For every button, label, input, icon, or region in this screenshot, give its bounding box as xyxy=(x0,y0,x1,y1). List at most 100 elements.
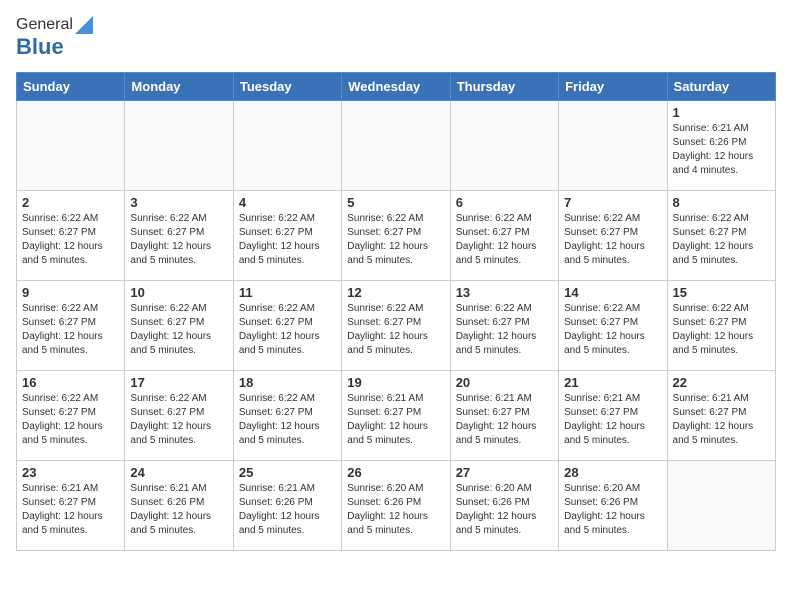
day-info: Sunrise: 6:22 AM Sunset: 6:27 PM Dayligh… xyxy=(22,392,119,448)
day-info: Sunrise: 6:22 AM Sunset: 6:27 PM Dayligh… xyxy=(22,212,119,268)
calendar-cell: 16 Sunrise: 6:22 AM Sunset: 6:27 PM Dayli… xyxy=(17,371,125,461)
calendar-cell: 8 Sunrise: 6:22 AM Sunset: 6:27 PM Daylig… xyxy=(667,191,775,281)
day-info: Sunrise: 6:22 AM Sunset: 6:27 PM Dayligh… xyxy=(22,302,119,358)
calendar-cell: 15 Sunrise: 6:22 AM Sunset: 6:27 PM Dayli… xyxy=(667,281,775,371)
day-info: Sunrise: 6:22 AM Sunset: 6:27 PM Dayligh… xyxy=(130,302,227,358)
calendar-cell: 18 Sunrise: 6:22 AM Sunset: 6:27 PM Dayli… xyxy=(233,371,341,461)
day-number: 11 xyxy=(239,285,336,300)
calendar-cell xyxy=(559,101,667,191)
calendar-cell: 17 Sunrise: 6:22 AM Sunset: 6:27 PM Dayli… xyxy=(125,371,233,461)
day-info: Sunrise: 6:22 AM Sunset: 6:27 PM Dayligh… xyxy=(456,212,553,268)
day-number: 12 xyxy=(347,285,444,300)
logo-general-text: General xyxy=(16,16,73,34)
calendar-cell: 12Sunrise: 6:22 AM Sunset: 6:27 PM Dayli… xyxy=(342,281,450,371)
day-info: Sunrise: 6:22 AM Sunset: 6:27 PM Dayligh… xyxy=(456,302,553,358)
calendar-cell xyxy=(342,101,450,191)
day-info: Sunrise: 6:22 AM Sunset: 6:27 PM Dayligh… xyxy=(239,212,336,268)
calendar-cell: 10 Sunrise: 6:22 AM Sunset: 6:27 PM Dayli… xyxy=(125,281,233,371)
day-number: 14 xyxy=(564,285,661,300)
column-header-sunday: Sunday xyxy=(17,73,125,101)
week-row-2: 2 Sunrise: 6:22 AM Sunset: 6:27 PM Daylig… xyxy=(17,191,776,281)
day-info: Sunrise: 6:22 AM Sunset: 6:27 PM Dayligh… xyxy=(673,212,770,268)
calendar-cell: 21 Sunrise: 6:21 AM Sunset: 6:27 PM Dayli… xyxy=(559,371,667,461)
day-info: Sunrise: 6:21 AM Sunset: 6:27 PM Dayligh… xyxy=(564,392,661,448)
day-number: 5 xyxy=(347,195,444,210)
calendar-header-row: SundayMondayTuesdayWednesdayThursdayFrid… xyxy=(17,73,776,101)
day-info: Sunrise: 6:22 AM Sunset: 6:27 PM Dayligh… xyxy=(130,212,227,268)
calendar: SundayMondayTuesdayWednesdayThursdayFrid… xyxy=(16,72,776,551)
day-info: Sunrise: 6:20 AM Sunset: 6:26 PM Dayligh… xyxy=(456,482,553,538)
calendar-cell xyxy=(125,101,233,191)
day-info: Sunrise: 6:22 AM Sunset: 6:27 PM Dayligh… xyxy=(564,302,661,358)
day-info: Sunrise: 6:21 AM Sunset: 6:27 PM Dayligh… xyxy=(22,482,119,538)
week-row-1: 1 Sunrise: 6:21 AM Sunset: 6:26 PM Daylig… xyxy=(17,101,776,191)
day-number: 8 xyxy=(673,195,770,210)
calendar-cell: 5 Sunrise: 6:22 AM Sunset: 6:27 PM Daylig… xyxy=(342,191,450,281)
calendar-cell: 23 Sunrise: 6:21 AM Sunset: 6:27 PM Dayli… xyxy=(17,461,125,551)
calendar-cell: 6 Sunrise: 6:22 AM Sunset: 6:27 PM Daylig… xyxy=(450,191,558,281)
day-info: Sunrise: 6:22 AM Sunset: 6:27 PM Dayligh… xyxy=(673,302,770,358)
calendar-cell xyxy=(233,101,341,191)
day-info: Sunrise: 6:21 AM Sunset: 6:26 PM Dayligh… xyxy=(239,482,336,538)
column-header-friday: Friday xyxy=(559,73,667,101)
week-row-5: 23 Sunrise: 6:21 AM Sunset: 6:27 PM Dayli… xyxy=(17,461,776,551)
column-header-saturday: Saturday xyxy=(667,73,775,101)
day-number: 10 xyxy=(130,285,227,300)
day-number: 23 xyxy=(22,465,119,480)
calendar-cell xyxy=(17,101,125,191)
day-info: Sunrise: 6:21 AM Sunset: 6:26 PM Dayligh… xyxy=(673,122,770,178)
column-header-wednesday: Wednesday xyxy=(342,73,450,101)
calendar-cell: 11 Sunrise: 6:22 AM Sunset: 6:27 PM Dayli… xyxy=(233,281,341,371)
calendar-cell: 22 Sunrise: 6:21 AM Sunset: 6:27 PM Dayli… xyxy=(667,371,775,461)
day-number: 25 xyxy=(239,465,336,480)
week-row-4: 16 Sunrise: 6:22 AM Sunset: 6:27 PM Dayli… xyxy=(17,371,776,461)
calendar-cell: 25 Sunrise: 6:21 AM Sunset: 6:26 PM Dayli… xyxy=(233,461,341,551)
day-number: 7 xyxy=(564,195,661,210)
day-number: 21 xyxy=(564,375,661,390)
calendar-cell: 19Sunrise: 6:21 AM Sunset: 6:27 PM Dayli… xyxy=(342,371,450,461)
day-number: 15 xyxy=(673,285,770,300)
day-number: 20 xyxy=(456,375,553,390)
calendar-cell: 27 Sunrise: 6:20 AM Sunset: 6:26 PM Dayli… xyxy=(450,461,558,551)
header: General Blue xyxy=(16,16,776,60)
day-info: Sunrise: 6:21 AM Sunset: 6:27 PM Dayligh… xyxy=(347,392,444,448)
day-number: 2 xyxy=(22,195,119,210)
day-number: 28 xyxy=(564,465,661,480)
calendar-cell: 14 Sunrise: 6:22 AM Sunset: 6:27 PM Dayli… xyxy=(559,281,667,371)
calendar-cell: 1 Sunrise: 6:21 AM Sunset: 6:26 PM Daylig… xyxy=(667,101,775,191)
calendar-cell: 7 Sunrise: 6:22 AM Sunset: 6:27 PM Daylig… xyxy=(559,191,667,281)
logo-blue-text: Blue xyxy=(16,34,64,59)
day-number: 18 xyxy=(239,375,336,390)
day-number: 26 xyxy=(347,465,444,480)
logo: General Blue xyxy=(16,16,93,60)
day-info: Sunrise: 6:21 AM Sunset: 6:27 PM Dayligh… xyxy=(456,392,553,448)
day-number: 27 xyxy=(456,465,553,480)
day-info: Sunrise: 6:22 AM Sunset: 6:27 PM Dayligh… xyxy=(239,392,336,448)
day-number: 24 xyxy=(130,465,227,480)
day-number: 13 xyxy=(456,285,553,300)
calendar-cell: 28Sunrise: 6:20 AM Sunset: 6:26 PM Dayli… xyxy=(559,461,667,551)
calendar-cell: 3Sunrise: 6:22 AM Sunset: 6:27 PM Daylig… xyxy=(125,191,233,281)
column-header-thursday: Thursday xyxy=(450,73,558,101)
calendar-cell: 24 Sunrise: 6:21 AM Sunset: 6:26 PM Dayli… xyxy=(125,461,233,551)
day-number: 4 xyxy=(239,195,336,210)
day-number: 16 xyxy=(22,375,119,390)
day-number: 17 xyxy=(130,375,227,390)
calendar-cell: 2 Sunrise: 6:22 AM Sunset: 6:27 PM Daylig… xyxy=(17,191,125,281)
column-header-tuesday: Tuesday xyxy=(233,73,341,101)
calendar-cell xyxy=(667,461,775,551)
day-info: Sunrise: 6:20 AM Sunset: 6:26 PM Dayligh… xyxy=(347,482,444,538)
calendar-cell xyxy=(450,101,558,191)
day-number: 6 xyxy=(456,195,553,210)
calendar-cell: 4 Sunrise: 6:22 AM Sunset: 6:27 PM Daylig… xyxy=(233,191,341,281)
day-number: 1 xyxy=(673,105,770,120)
day-info: Sunrise: 6:22 AM Sunset: 6:27 PM Dayligh… xyxy=(239,302,336,358)
day-number: 22 xyxy=(673,375,770,390)
day-info: Sunrise: 6:21 AM Sunset: 6:26 PM Dayligh… xyxy=(130,482,227,538)
day-info: Sunrise: 6:22 AM Sunset: 6:27 PM Dayligh… xyxy=(564,212,661,268)
day-info: Sunrise: 6:21 AM Sunset: 6:27 PM Dayligh… xyxy=(673,392,770,448)
week-row-3: 9Sunrise: 6:22 AM Sunset: 6:27 PM Daylig… xyxy=(17,281,776,371)
calendar-cell: 20 Sunrise: 6:21 AM Sunset: 6:27 PM Dayli… xyxy=(450,371,558,461)
day-info: Sunrise: 6:22 AM Sunset: 6:27 PM Dayligh… xyxy=(130,392,227,448)
day-info: Sunrise: 6:22 AM Sunset: 6:27 PM Dayligh… xyxy=(347,212,444,268)
